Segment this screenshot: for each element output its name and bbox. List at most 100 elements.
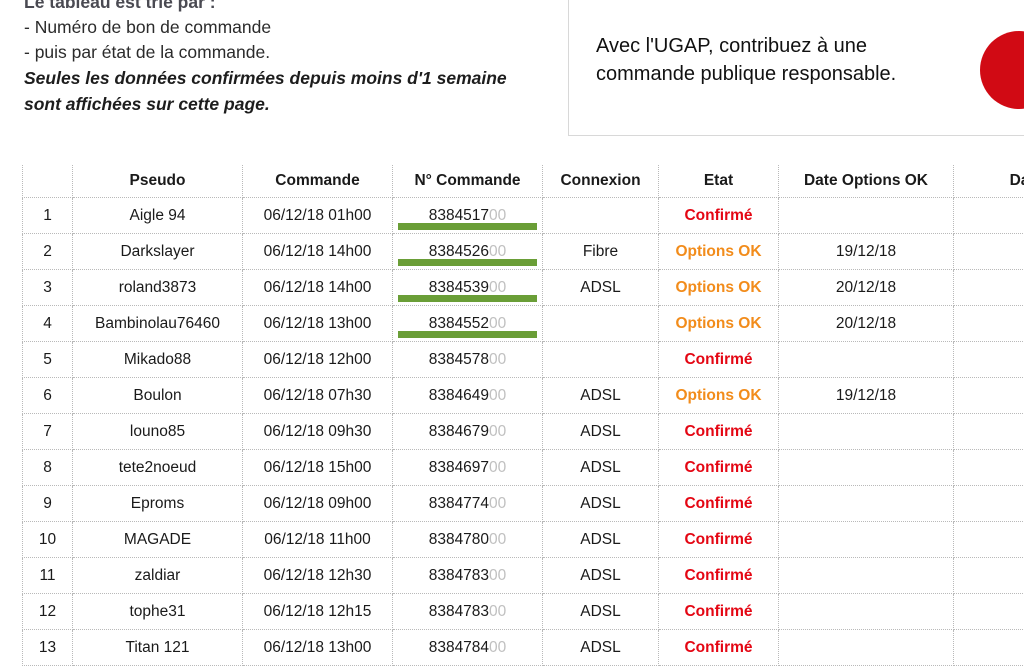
column-header-etat[interactable]: Etat [659, 165, 779, 198]
table-row[interactable]: 5Mikado8806/12/18 12h00838457800Confirmé [23, 342, 1024, 378]
row-highlight-bar [398, 295, 537, 302]
cell-pseudo: Darkslayer [73, 234, 243, 270]
cell-numero-commande: 838464900 [393, 378, 543, 414]
cell-etat-status-badge: Confirmé [659, 414, 779, 450]
column-header-index[interactable] [23, 165, 73, 198]
cell-numero-commande: 838451700 [393, 198, 543, 234]
cell-connexion [543, 306, 659, 342]
numero-commande-suffix: 00 [489, 567, 506, 584]
cell-index: 13 [23, 630, 73, 666]
cell-etat-status-badge: Confirmé [659, 558, 779, 594]
cell-date-expedition [954, 198, 1024, 234]
numero-commande-suffix: 00 [489, 315, 506, 332]
sort-info-title: Le tableau est trié par : [24, 0, 544, 15]
cell-numero-commande: 838455200 [393, 306, 543, 342]
orders-table: Pseudo Commande N° Commande Connexion Et… [22, 164, 1024, 666]
row-highlight-bar [398, 259, 537, 266]
cell-etat-status-badge: Confirmé [659, 630, 779, 666]
table-row[interactable]: 8tete2noeud06/12/18 15h00838469700ADSLCo… [23, 450, 1024, 486]
cell-commande-date: 06/12/18 12h15 [243, 594, 393, 630]
numero-commande-suffix: 00 [489, 279, 506, 296]
cell-date-options-ok [779, 630, 954, 666]
column-header-date-options-ok[interactable]: Date Options OK [779, 165, 954, 198]
cell-commande-date: 06/12/18 11h00 [243, 522, 393, 558]
numero-commande-suffix: 00 [489, 459, 506, 476]
cell-date-options-ok [779, 198, 954, 234]
table-row[interactable]: 9Eproms06/12/18 09h00838477400ADSLConfir… [23, 486, 1024, 522]
table-row[interactable]: 3roland387306/12/18 14h00838453900ADSLOp… [23, 270, 1024, 306]
cell-date-options-ok: 20/12/18 [779, 306, 954, 342]
table-header-row: Pseudo Commande N° Commande Connexion Et… [23, 165, 1024, 198]
cell-date-options-ok: 19/12/18 [779, 378, 954, 414]
column-header-commande[interactable]: Commande [243, 165, 393, 198]
cell-connexion: ADSL [543, 630, 659, 666]
column-header-connexion[interactable]: Connexion [543, 165, 659, 198]
cell-etat-status-badge: Confirmé [659, 450, 779, 486]
table-row[interactable]: 12tophe3106/12/18 12h15838478300ADSLConf… [23, 594, 1024, 630]
cell-numero-commande: 838477400 [393, 486, 543, 522]
column-header-numero-commande[interactable]: N° Commande [393, 165, 543, 198]
table-row[interactable]: 13Titan 12106/12/18 13h00 838478400 ADSLCo… [23, 630, 1024, 666]
cell-index: 2 [23, 234, 73, 270]
column-header-pseudo[interactable]: Pseudo [73, 165, 243, 198]
cell-etat-status-badge: Confirmé [659, 198, 779, 234]
numero-commande-suffix: 00 [489, 639, 506, 656]
column-header-date-expedition[interactable]: Date Ex [954, 165, 1024, 198]
cell-connexion: ADSL [543, 450, 659, 486]
cell-commande-date: 06/12/18 01h00 [243, 198, 393, 234]
cell-connexion: ADSL [543, 414, 659, 450]
numero-commande-prefix: 8384552 [429, 315, 489, 332]
cell-date-expedition [954, 414, 1024, 450]
numero-commande-suffix: 00 [489, 531, 506, 548]
numero-commande-prefix: 8384649 [429, 387, 489, 404]
cell-index: 4 [23, 306, 73, 342]
numero-commande-prefix: 8384783 [429, 567, 489, 584]
cell-commande-date: 06/12/18 13h00 [243, 306, 393, 342]
table-row[interactable]: 6Boulon06/12/18 07h30838464900ADSLOption… [23, 378, 1024, 414]
numero-commande-prefix: 8384784 [429, 639, 489, 656]
red-circle-logo-icon [980, 31, 1024, 109]
cell-pseudo: louno85 [73, 414, 243, 450]
numero-commande-suffix: 00 [489, 387, 506, 404]
cell-date-expedition [954, 270, 1024, 306]
cell-date-options-ok: 19/12/18 [779, 234, 954, 270]
table-row[interactable]: 1Aigle 9406/12/18 01h00838451700Confirmé [23, 198, 1024, 234]
table-row[interactable]: 4Bambinolau7646006/12/18 13h00838455200O… [23, 306, 1024, 342]
cell-numero-commande: 838467900 [393, 414, 543, 450]
cell-etat-status-badge: Confirmé [659, 594, 779, 630]
ad-banner[interactable]: Avec l'UGAP, contribuez à une commande p… [568, 0, 1024, 136]
cell-connexion: ADSL [543, 594, 659, 630]
cell-numero-commande: 838457800 [393, 342, 543, 378]
cell-index: 9 [23, 486, 73, 522]
cell-date-expedition [954, 306, 1024, 342]
cell-date-expedition [954, 378, 1024, 414]
sort-criterion-2: - puis par état de la commande. [24, 40, 544, 65]
cell-pseudo: Eproms [73, 486, 243, 522]
cell-etat-status-badge: Options OK [659, 306, 779, 342]
cell-pseudo: Titan 121 [73, 630, 243, 666]
cell-date-options-ok [779, 594, 954, 630]
cell-commande-date: 06/12/18 07h30 [243, 378, 393, 414]
cell-etat-status-badge: Options OK [659, 270, 779, 306]
cell-index: 6 [23, 378, 73, 414]
cell-date-expedition [954, 486, 1024, 522]
cell-numero-commande: 838478300 [393, 594, 543, 630]
cell-pseudo: Boulon [73, 378, 243, 414]
cell-connexion: ADSL [543, 522, 659, 558]
cell-commande-date: 06/12/18 13h00 [243, 630, 393, 666]
table-row[interactable]: 2Darkslayer06/12/18 14h00838452600FibreO… [23, 234, 1024, 270]
top-info-area: Le tableau est trié par : - Numéro de bo… [0, 0, 1024, 152]
table-row[interactable]: 11zaldiar06/12/18 12h30838478300ADSLConf… [23, 558, 1024, 594]
orders-table-header: Pseudo Commande N° Commande Connexion Et… [23, 165, 1024, 198]
table-row[interactable]: 10MAGADE06/12/18 11h00838478000ADSLConfi… [23, 522, 1024, 558]
cell-date-expedition [954, 594, 1024, 630]
cell-pseudo: Mikado88 [73, 342, 243, 378]
cell-index: 5 [23, 342, 73, 378]
table-row[interactable]: 7louno8506/12/18 09h30838467900ADSLConfi… [23, 414, 1024, 450]
cell-etat-status-badge: Confirmé [659, 342, 779, 378]
cell-date-options-ok [779, 486, 954, 522]
cell-numero-commande: 838478000 [393, 522, 543, 558]
cell-numero-commande: 838469700 [393, 450, 543, 486]
cell-date-options-ok [779, 558, 954, 594]
numero-commande-suffix: 00 [489, 243, 506, 260]
